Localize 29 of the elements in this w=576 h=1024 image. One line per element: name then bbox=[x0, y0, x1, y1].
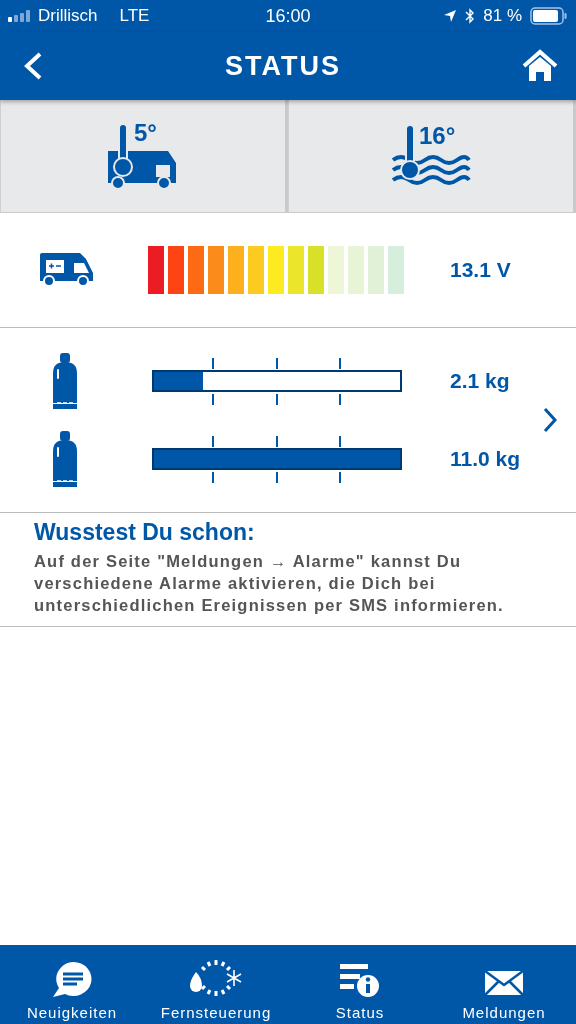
temperature-tile[interactable]: 5° bbox=[0, 100, 288, 212]
temperature-reading: 5° bbox=[134, 119, 157, 147]
tip-heading: Wusstest Du schon: bbox=[34, 519, 256, 546]
chat-bubble-icon bbox=[51, 960, 93, 998]
battery-percent: 81 % bbox=[483, 6, 522, 26]
tab-bar-item[interactable]: Meldungen bbox=[432, 945, 576, 1024]
tab-bar-item[interactable]: Status bbox=[288, 945, 432, 1024]
carrier-name: Drillisch bbox=[38, 6, 98, 26]
bluetooth-icon bbox=[465, 8, 476, 24]
gas-bottle-icon bbox=[51, 431, 79, 487]
clock-time: 16:00 bbox=[265, 5, 311, 27]
camper-battery-icon bbox=[40, 253, 94, 287]
temperature-tile[interactable]: 16° bbox=[288, 100, 576, 212]
temperature-reading: 16° bbox=[419, 122, 456, 150]
page-title: STATUS bbox=[225, 50, 341, 82]
thermometer-water-icon bbox=[391, 124, 471, 188]
gas-bottle-icon bbox=[51, 353, 79, 409]
tip-text: Auf der Seite "Meldungen → Alarme" kannst Du verschiedene Alarme aktivieren, die Dich bei unterschiedlichen Ereignissen per SMS informieren. bbox=[34, 551, 505, 616]
location-icon bbox=[443, 9, 458, 23]
battery-icon bbox=[530, 7, 568, 25]
voltage-reading: 13.1 V bbox=[450, 258, 512, 282]
gas-weight-reading: 11.0 kg bbox=[450, 447, 521, 471]
envelope-icon bbox=[484, 968, 524, 998]
tab-bar-item[interactable]: Fernsteuerung bbox=[144, 945, 288, 1024]
flame-snowflake-icon bbox=[188, 958, 244, 998]
gas-weight-reading: 2.1 kg bbox=[450, 369, 510, 393]
chevron-right-button[interactable] bbox=[542, 406, 558, 434]
tab-bar-item[interactable]: Neuigkeiten bbox=[0, 945, 144, 1024]
network-type: LTE bbox=[119, 6, 150, 26]
